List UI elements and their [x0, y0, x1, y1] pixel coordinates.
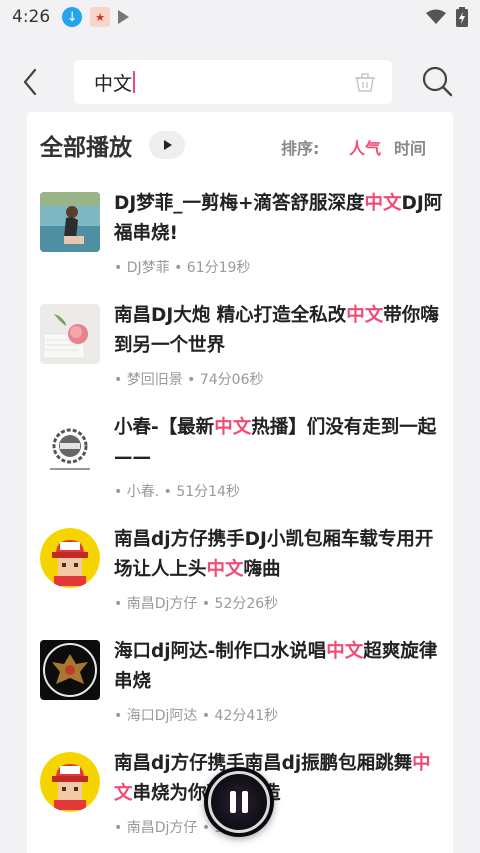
song-title: 南昌dj方仔携手南昌dj振鹏包厢跳舞中文串烧为你精心打造	[114, 753, 431, 804]
song-item[interactable]: 海口dj阿达-制作口水说唱中文超爽旋律串烧 • 海口Dj阿达 • 42分41秒	[27, 640, 453, 750]
song-meta: • 小春. • 51分14秒	[114, 484, 240, 500]
song-title: 海口dj阿达-制作口水说唱中文超爽旋律串烧	[114, 641, 438, 692]
sort-time-tab[interactable]: 时间	[394, 135, 426, 159]
sort-label: 排序:	[281, 139, 320, 158]
song-meta: • 海口Dj阿达 • 42分41秒	[114, 708, 279, 724]
results-card: 全部播放 排序: 人气 时间 DJ梦菲_一剪梅+滴答舒服深度中文DJ阿福串烧! …	[27, 112, 453, 853]
song-title: 南昌dj方仔携手DJ小凯包厢车载专用开场让人上头中文嗨曲	[114, 529, 434, 580]
song-meta: • 梦回旧景 • 74分06秒	[114, 372, 264, 388]
play-icon	[164, 140, 172, 150]
song-item[interactable]: 南昌DJ大炮 精心打造全私改中文带你嗨到另一个世界 • 梦回旧景 • 74分06…	[27, 304, 453, 414]
song-meta: • 南昌Dj方仔 • 52分26秒	[114, 596, 279, 612]
song-cover	[40, 416, 100, 476]
status-time: 4:26	[12, 7, 51, 27]
song-title: 南昌DJ大炮 精心打造全私改中文带你嗨到另一个世界	[114, 305, 439, 356]
text-caret	[133, 71, 136, 93]
play-all-button[interactable]	[149, 131, 185, 159]
song-cover	[40, 640, 100, 700]
system-icons	[426, 7, 468, 27]
search-query-text: 中文	[94, 72, 133, 95]
clear-icon[interactable]	[354, 71, 376, 93]
app-notification-icon: ★	[90, 7, 111, 27]
list-header: 全部播放 排序: 人气 时间	[27, 112, 453, 174]
sort-popular-tab[interactable]: 人气	[349, 135, 381, 159]
song-item[interactable]: 南昌dj方仔携手DJ小凯包厢车载专用开场让人上头中文嗨曲 • 南昌Dj方仔 • …	[27, 528, 453, 638]
song-cover	[40, 304, 100, 364]
play-notification-icon	[118, 10, 130, 24]
wifi-icon	[426, 9, 446, 24]
back-button[interactable]	[16, 66, 44, 98]
search-icon[interactable]	[420, 64, 454, 98]
song-item[interactable]: DJ梦菲_一剪梅+滴答舒服深度中文DJ阿福串烧! • DJ梦菲 • 61分19秒	[27, 192, 453, 302]
song-cover	[40, 528, 100, 588]
search-input[interactable]: 中文	[74, 60, 392, 104]
pause-icon	[230, 791, 248, 813]
song-meta: • DJ梦菲 • 61分19秒	[114, 260, 251, 276]
song-cover	[40, 192, 100, 252]
download-icon: ↓	[62, 7, 83, 27]
battery-icon	[456, 7, 468, 27]
now-playing-pause-button[interactable]	[204, 767, 274, 837]
song-cover	[40, 752, 100, 812]
notification-icons: ↓ ★	[62, 7, 130, 27]
play-all-title[interactable]: 全部播放	[40, 128, 132, 162]
back-icon	[23, 68, 37, 96]
status-bar: 4:26 ↓ ★	[0, 0, 480, 34]
song-title: 小春-【最新中文热播】们没有走到一起 ——	[114, 417, 437, 468]
song-item[interactable]: 小春-【最新中文热播】们没有走到一起 —— • 小春. • 51分14秒	[27, 416, 453, 526]
song-title: DJ梦菲_一剪梅+滴答舒服深度中文DJ阿福串烧!	[114, 193, 443, 244]
